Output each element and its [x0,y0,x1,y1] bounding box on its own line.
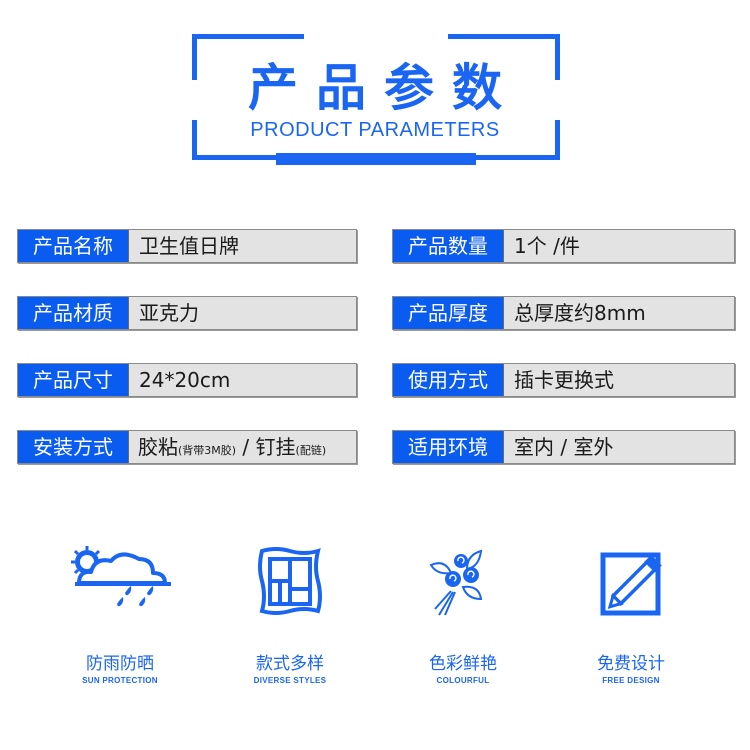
param-value: 插卡更换式 [514,368,614,392]
param-row-environment: 适用环境 室内 / 室外 [392,430,735,464]
param-label: 适用环境 [393,431,504,463]
feature-subtitle: DIVERSE STYLES [253,676,327,685]
sun-rain-cloud-icon [71,546,171,607]
install-method-1: 胶粘 [138,435,178,459]
frame-top-left [192,34,304,39]
feature-subtitle: FREE DESIGN [602,676,660,685]
install-separator: / [236,435,256,459]
param-label: 安装方式 [18,431,129,463]
flower-bouquet-icon [429,549,483,616]
feature-colourful: 色彩鲜艳 COLOURFUL [383,545,543,687]
install-method-2: 钉挂 [255,435,296,459]
install-note-1: (背带3M胶) [178,444,237,457]
feature-title: 色彩鲜艳 [429,654,497,674]
frame-bottom-bar [276,153,476,165]
feature-free-design: 免费设计 FREE DESIGN [551,545,711,687]
param-label: 产品材质 [18,297,129,329]
feature-subtitle: COLOURFUL [436,676,490,685]
feature-subtitle: SUN PROTECTION [82,676,158,685]
param-row-name: 产品名称 卫生值日牌 [17,229,357,263]
picture-frame-icon [258,547,322,615]
param-value: 胶粘(背带3M胶) / 钉挂(配链) [129,431,326,463]
param-value: 1个 /件 [514,234,580,258]
param-value: 24*20cm [139,368,231,392]
feature-title: 款式多样 [256,654,324,674]
param-row-quantity: 产品数量 1个 /件 [392,229,735,263]
feature-diverse-styles: 款式多样 DIVERSE STYLES [210,545,370,687]
install-note-2: (配链) [295,444,327,457]
pencil-edit-icon [600,552,662,616]
param-row-usage: 使用方式 插卡更换式 [392,363,735,397]
param-value: 卫生值日牌 [139,234,239,258]
param-label: 产品厚度 [393,297,504,329]
param-row-material: 产品材质 亚克力 [17,296,357,330]
param-value: 亚克力 [139,301,199,325]
feature-title: 防雨防晒 [86,654,154,674]
param-label: 产品尺寸 [18,364,129,396]
page-title: 产品参数 [248,59,520,117]
param-label: 产品数量 [393,230,504,262]
frame-top-right [448,34,560,39]
page-subtitle: PRODUCT PARAMETERS [250,119,500,141]
param-value: 室内 / 室外 [514,435,614,459]
param-row-thickness: 产品厚度 总厚度约8mm [392,296,735,330]
feature-title: 免费设计 [597,654,665,674]
param-row-size: 产品尺寸 24*20cm [17,363,357,397]
param-label: 使用方式 [393,364,504,396]
param-label: 产品名称 [18,230,129,262]
param-value: 总厚度约8mm [514,301,646,325]
feature-sun-protection: 防雨防晒 SUN PROTECTION [40,545,200,687]
param-row-install: 安装方式 胶粘(背带3M胶) / 钉挂(配链) [17,430,357,464]
